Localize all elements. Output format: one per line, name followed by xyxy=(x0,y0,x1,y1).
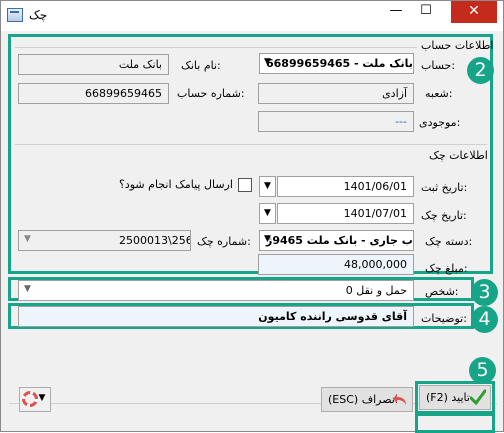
badge-5: 5 xyxy=(469,357,496,384)
close-button[interactable]: ✕ xyxy=(451,1,497,23)
amount-value: 48,000,000 xyxy=(344,258,407,271)
account-label: حساب: xyxy=(421,59,456,72)
balance-field: --- xyxy=(258,111,414,132)
person-select[interactable]: حمل و نقل 0 xyxy=(18,280,414,301)
badge-3: 3 xyxy=(471,279,498,306)
check-number-select[interactable]: 2500013\256 xyxy=(18,230,191,251)
branch-label: شعبه: xyxy=(425,87,453,100)
register-date-input[interactable]: 1401/06/01 xyxy=(277,176,414,197)
cancel-label: (ESC) انصراف xyxy=(328,393,398,406)
sms-checkbox[interactable] xyxy=(238,178,252,192)
balance-label: موجودی: xyxy=(419,116,461,129)
account-section-title: اطلاعات حساب xyxy=(421,39,494,52)
check-number-dropdown-arrow[interactable]: ▼ xyxy=(19,230,36,251)
check-date-dropdown[interactable]: ▼ xyxy=(259,203,276,224)
account-number-label: شماره حساب: xyxy=(177,87,245,100)
highlight-frame-confirm xyxy=(415,413,495,433)
check-dialog-window: چک — ☐ ✕ 2 اطلاعات حساب حساب: بانک ملت -… xyxy=(0,0,504,433)
undo-arrow-icon xyxy=(392,392,408,408)
minimize-button[interactable]: — xyxy=(381,1,411,23)
title-bar: چک — ☐ ✕ xyxy=(1,1,503,31)
app-window-icon xyxy=(7,8,23,22)
register-date-value: 1401/06/01 xyxy=(343,180,407,193)
person-value: حمل و نقل 0 xyxy=(345,284,407,297)
section-divider xyxy=(15,47,417,48)
branch-field: آزادی xyxy=(258,83,414,104)
register-date-dropdown[interactable]: ▼ xyxy=(259,176,276,197)
checkbook-value: حساب جاری - بانک ملت 9465ژ xyxy=(266,234,413,247)
highlight-frame-confirm-border xyxy=(415,381,495,414)
branch-value: آزادی xyxy=(382,87,407,100)
person-dropdown-arrow[interactable]: ▼ xyxy=(19,280,36,301)
account-number-field: 66899659465 xyxy=(18,83,169,104)
bank-name-field: بانک ملت xyxy=(18,54,169,75)
help-button[interactable]: ▼ xyxy=(19,387,51,412)
balance-value: --- xyxy=(395,115,407,128)
description-label: توضیحات: xyxy=(421,312,467,325)
amount-label: مبلغ چک: xyxy=(425,262,468,275)
account-select[interactable]: بانک ملت - 66899659465 xyxy=(259,53,414,74)
checkbook-label: دسته چک: xyxy=(425,235,473,248)
bank-name-value: بانک ملت xyxy=(118,58,162,71)
maximize-button[interactable]: ☐ xyxy=(411,1,441,23)
account-number-value: 66899659465 xyxy=(85,87,162,100)
check-date-value: 1401/07/01 xyxy=(343,207,407,220)
check-date-label: تاریخ چک: xyxy=(421,209,467,222)
badge-2: 2 xyxy=(467,57,494,84)
description-input[interactable]: آقای قدوسی راننده کامیون xyxy=(18,306,414,327)
account-select-value: بانک ملت - 66899659465 xyxy=(266,57,413,70)
check-number-label: شماره چک: xyxy=(197,235,251,248)
register-date-label: تاریخ ثبت: xyxy=(421,181,468,194)
cancel-button[interactable]: (ESC) انصراف xyxy=(321,387,413,412)
check-number-value: 2500013\256 xyxy=(119,234,191,247)
checkbook-dropdown-arrow[interactable]: ▼ xyxy=(259,230,276,251)
badge-4: 4 xyxy=(471,306,498,333)
check-date-input[interactable]: 1401/07/01 xyxy=(277,203,414,224)
bank-name-label: نام بانک: xyxy=(181,59,221,72)
checkbook-select[interactable]: حساب جاری - بانک ملت 9465ژ xyxy=(259,230,414,251)
section-divider xyxy=(15,144,487,145)
window-title: چک xyxy=(29,8,48,22)
amount-input[interactable]: 48,000,000 xyxy=(258,254,414,275)
account-dropdown-arrow[interactable]: ▼ xyxy=(259,53,276,74)
check-section-title: اطلاعات چک xyxy=(429,149,488,162)
help-dropdown-arrow[interactable]: ▼ xyxy=(35,389,49,410)
sms-label: ارسال پیامک انجام شود؟ xyxy=(119,178,233,191)
description-value: آقای قدوسی راننده کامیون xyxy=(258,310,407,323)
person-label: شخص: xyxy=(425,285,459,298)
